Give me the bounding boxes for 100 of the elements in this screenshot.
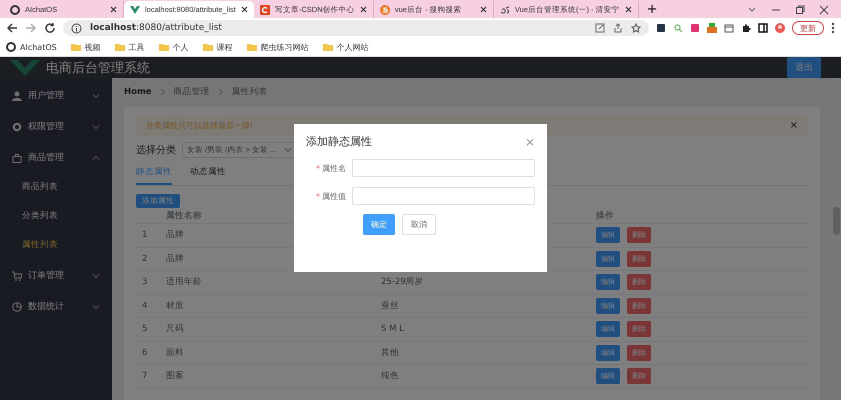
chevron-up-icon (92, 154, 100, 162)
c-logo-icon (260, 4, 270, 14)
bag-icon (12, 152, 22, 162)
pie-chart-icon (12, 302, 22, 312)
chevron-down-icon (92, 302, 100, 310)
sidebar-menu-item[interactable]: 权限管理 (0, 111, 112, 142)
sidebar-menu-item[interactable]: 商品管理 (0, 142, 112, 173)
info-icon (71, 22, 82, 34)
input-field[interactable] (352, 159, 535, 177)
cart-icon (12, 270, 22, 280)
s-logo-icon (380, 4, 390, 14)
close-icon[interactable] (624, 6, 632, 13)
dialog-title: 添加静态属性 (306, 134, 372, 149)
back-icon[interactable] (6, 22, 18, 34)
table-cell-text: 4 (141, 300, 148, 311)
close-icon[interactable] (240, 6, 248, 13)
address-field[interactable]: localhost:8080/attribute_list (63, 20, 649, 36)
folder-icon (158, 42, 169, 52)
cancel-button[interactable]: 取消 (402, 214, 436, 235)
table-cell-text: 纯色 (381, 370, 400, 382)
table-cell-text: 其他 (381, 346, 400, 359)
logout-button[interactable]: 退出 (787, 57, 821, 78)
table-cell-text: 2 (141, 254, 148, 264)
breadcrumb-item[interactable]: Home (124, 87, 152, 97)
folder-icon (70, 42, 81, 52)
category-label: 选择分类 (136, 144, 176, 157)
bookmark-item[interactable]: 爬虫练习网站 (246, 42, 309, 52)
chevron-down-icon (284, 146, 292, 154)
bookmark-item[interactable]: AIchatOS (6, 42, 57, 52)
required-mark: * (316, 164, 320, 172)
folder-icon (202, 42, 213, 52)
sidebar-panel-icon[interactable] (758, 23, 768, 33)
puzzle-icon[interactable] (741, 23, 751, 33)
close-icon[interactable] (819, 4, 829, 14)
chevron-down-icon (92, 272, 100, 280)
chevron-down-icon (92, 92, 100, 100)
chevron-down-icon (92, 122, 100, 130)
table-cell-text: 5 (141, 324, 148, 334)
tab[interactable]: 动态属性 (190, 162, 226, 185)
table-cell-text: 材质 (166, 300, 185, 312)
chevron-down-icon[interactable] (747, 4, 757, 14)
sidebar-submenu-item[interactable]: 分类列表 (0, 202, 112, 231)
new-tab-button[interactable]: + (638, 1, 666, 18)
avatar-icon[interactable] (775, 23, 785, 33)
required-mark: * (316, 192, 320, 200)
table-cell-text: 7 (141, 371, 148, 382)
chevron-right-icon (160, 88, 166, 96)
sidebar-menu-item[interactable]: 数据统计 (0, 291, 112, 322)
reload-icon[interactable] (44, 22, 56, 34)
more-icon[interactable] (831, 22, 835, 34)
square-extension-icon[interactable] (656, 23, 666, 33)
field-label: 属性值 (322, 192, 346, 200)
bookmark-item[interactable]: 个人网站 (322, 42, 369, 52)
breadcrumb-item: 商品管理 (174, 86, 210, 98)
table-cell-text: 6 (141, 348, 148, 358)
table-cell-text: 25-29周岁 (381, 276, 425, 288)
table-cell-text: 图案 (166, 370, 185, 382)
bookmark-item[interactable]: 工具 (114, 42, 145, 52)
close-icon[interactable] (480, 6, 487, 13)
field-label: 属性名 (322, 164, 346, 172)
folder-icon (246, 42, 257, 52)
grid-extension-icon[interactable] (690, 23, 700, 33)
table-cell-text: 面料 (166, 346, 185, 359)
table-cell-text: 品牌 (166, 252, 185, 265)
update-button[interactable]: 更新 (792, 21, 824, 35)
sidebar-menu-item[interactable]: 用户管理 (0, 80, 112, 111)
sidebar-submenu-item[interactable]: 属性列表 (0, 231, 112, 260)
bookmark-item[interactable]: 课程 (202, 42, 233, 52)
table-cell-text: 适用年龄 (166, 276, 203, 288)
bookmark-item[interactable]: 个人 (158, 42, 189, 52)
folder-icon (322, 42, 333, 52)
table-cell-text: S M L (381, 324, 405, 334)
restore-icon[interactable] (795, 4, 805, 14)
close-button[interactable]: × (790, 120, 798, 131)
chevron-right-icon (218, 88, 224, 96)
v-logo-icon (10, 60, 40, 76)
input-field[interactable] (352, 187, 535, 205)
magnifier-extension-icon[interactable] (673, 23, 683, 33)
folder-icon (114, 42, 125, 52)
scrollbar-thumb[interactable] (833, 207, 840, 235)
badge-extension-icon[interactable] (707, 23, 717, 33)
table-cell-text: 尺码 (166, 323, 185, 336)
confirm-button[interactable]: 确定 (363, 214, 395, 235)
open-external-icon[interactable] (595, 23, 605, 33)
v-logo-icon (130, 4, 140, 14)
window-extension-icon[interactable] (724, 23, 734, 33)
close-button[interactable]: × (524, 134, 535, 148)
sidebar-submenu-item[interactable]: 商品列表 (0, 173, 112, 202)
table-cell-text: 蚕丝 (381, 300, 400, 312)
star-icon[interactable] (631, 23, 641, 33)
alert-text: 分类属性只可以选择最后一级! (146, 120, 254, 131)
sidebar-menu-item[interactable]: 订单管理 (0, 260, 112, 291)
close-icon[interactable] (360, 6, 367, 13)
bookmark-item[interactable]: 视频 (70, 42, 101, 52)
share-icon[interactable] (613, 23, 623, 33)
table-cell-text: 3 (141, 277, 148, 288)
app-title: 电商后台管理系统 (46, 60, 150, 76)
close-icon[interactable] (110, 6, 117, 13)
breadcrumb-item: 属性列表 (232, 86, 268, 98)
table-cell-text: 品牌 (166, 229, 185, 242)
